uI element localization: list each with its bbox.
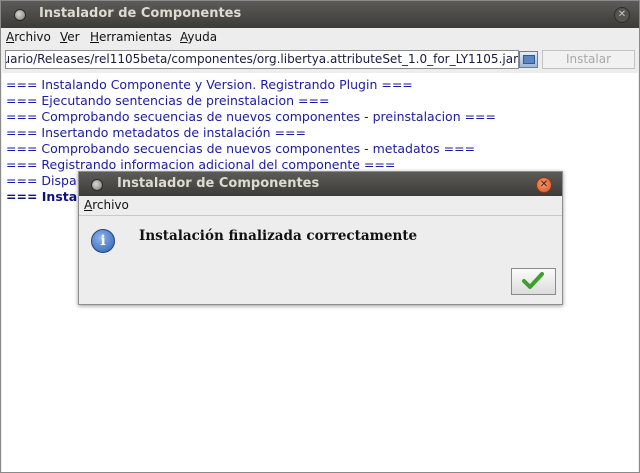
menu-herramientas[interactable]: Herramientas [90,30,172,44]
window-titlebar[interactable]: Instalador de Componentes ✕ [1,1,639,28]
window-menu-icon[interactable] [14,9,26,21]
completion-dialog: Instalador de Componentes ✕ Archivo i In… [78,171,563,305]
dialog-message: Instalación finalizada correctamente [139,228,418,244]
dialog-body: i Instalación finalizada correctamente [79,216,562,304]
menu-ver[interactable]: Ver [60,30,80,44]
dialog-menubar: Archivo [79,196,562,216]
component-path-input[interactable]: usuario/Releases/rel1105beta/componentes… [5,50,519,69]
info-icon: i [91,229,115,253]
log-line: === Ejecutando sentencias de preinstalac… [6,93,330,108]
menu-archivo-label: Archivo [6,30,51,44]
component-path-value: usuario/Releases/rel1105beta/componentes… [5,52,518,66]
menu-herramientas-label: Herramientas [90,30,172,44]
menubar: Archivo Ver Herramientas Ayuda [1,28,639,48]
ok-button[interactable] [511,268,556,295]
dialog-close-icon[interactable]: ✕ [536,177,552,193]
log-line: === Insertando metadatos de instalación … [6,125,306,140]
menu-archivo[interactable]: Archivo [6,30,51,44]
log-line: === Comprobando secuencias de nuevos com… [6,109,497,124]
log-line: === Instalando Componente y Version. Reg… [6,77,413,92]
log-line: === Dispa [6,173,77,188]
window-close-button[interactable]: ✕ [614,7,630,23]
log-line: === Comprobando secuencias de nuevos com… [6,141,476,156]
dialog-title: Instalador de Componentes [117,176,320,191]
checkmark-icon [522,272,544,289]
install-button[interactable]: Instalar [542,50,635,69]
dialog-titlebar[interactable]: Instalador de Componentes ✕ [79,172,562,196]
menu-ver-label: Ver [60,30,80,44]
browse-folder-icon[interactable] [519,51,538,68]
menu-ayuda-label: Ayuda [180,30,218,44]
dialog-menu-icon[interactable] [91,179,103,191]
dialog-menu-archivo[interactable]: Archivo [84,198,129,212]
log-line: === Insta [6,189,78,204]
path-bar: usuario/Releases/rel1105beta/componentes… [1,48,639,72]
window-title: Instalador de Componentes [39,6,242,21]
log-line: === Registrando informacion adicional de… [6,157,396,172]
menu-ayuda[interactable]: Ayuda [180,30,217,44]
